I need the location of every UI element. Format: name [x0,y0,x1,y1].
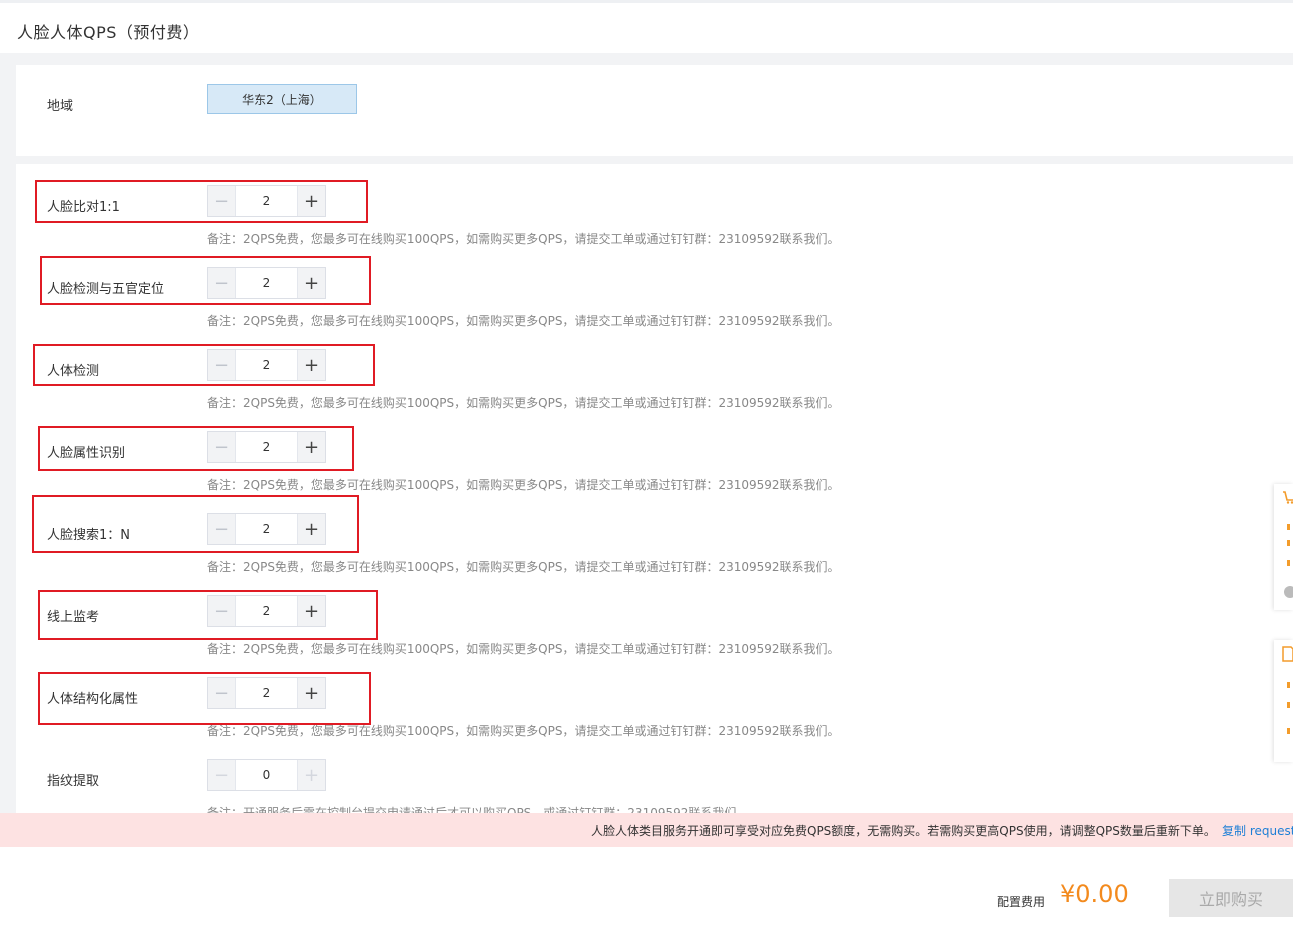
copy-requestid-link[interactable]: 复制 requestId [1222,822,1293,839]
qps-row: 人体结构化属性 − + 备注：2QPS免费，您最多可在线购买100QPS，如需购… [16,656,1293,738]
qps-note: 备注：2QPS免费，您最多可在线购买100QPS，如需购买更多QPS，请提交工单… [207,314,840,328]
decrement-button[interactable]: − [208,186,236,216]
cost-value: ¥0.00 [1060,880,1129,908]
qps-row: 人脸检测与五官定位 − + 备注：2QPS免费，您最多可在线购买100QPS，如… [16,246,1293,328]
decrement-button[interactable]: − [208,432,236,462]
increment-button[interactable]: + [297,350,325,380]
side-widget-mark [1287,728,1290,734]
qps-stepper: − + [207,759,326,791]
qps-quantity-input[interactable] [236,678,297,708]
increment-button[interactable]: + [297,514,325,544]
banner-text: 人脸人体类目服务开通即可享受对应免费QPS额度，无需购买。若需购买更高QPS使用… [591,824,1216,838]
title-bar: 人脸人体QPS（预付费） [0,3,1293,53]
qps-section: 人脸比对1:1 − + 备注：2QPS免费，您最多可在线购买100QPS，如需购… [16,164,1293,813]
qps-item-label: 人脸属性识别 [47,446,126,461]
qps-stepper: − + [207,513,326,545]
side-widget-mark [1287,682,1290,688]
qps-item-label: 指纹提取 [47,774,100,789]
qps-quantity-input[interactable] [236,186,297,216]
qps-note: 备注：2QPS免费，您最多可在线购买100QPS，如需购买更多QPS，请提交工单… [207,396,840,410]
qps-note: 备注：2QPS免费，您最多可在线购买100QPS，如需购买更多QPS，请提交工单… [207,560,840,574]
qps-row: 指纹提取 − + 备注：开通服务后需在控制台提交申请通过后才可以购买QPS，或通… [16,738,1293,813]
decrement-button[interactable]: − [208,760,236,790]
qps-item-label: 人体结构化属性 [47,692,139,707]
qps-stepper: − + [207,185,326,217]
decrement-button[interactable]: − [208,350,236,380]
page-title: 人脸人体QPS（预付费） [17,23,200,42]
decrement-button[interactable]: − [208,596,236,626]
qps-item-label: 人脸搜索1：N [47,528,130,543]
qps-note: 备注：开通服务后需在控制台提交申请通过后才可以购买QPS，或通过钉钉群：2310… [207,806,749,813]
cost-label: 配置费用 [997,895,1046,909]
qps-row: 线上监考 − + 备注：2QPS免费，您最多可在线购买100QPS，如需购买更多… [16,574,1293,656]
increment-button[interactable]: + [297,678,325,708]
qps-note: 备注：2QPS免费，您最多可在线购买100QPS，如需购买更多QPS，请提交工单… [207,478,840,492]
qps-stepper: − + [207,595,326,627]
increment-button[interactable]: + [297,432,325,462]
qps-stepper: − + [207,349,326,381]
region-option-east-china-2[interactable]: 华东2（上海） [207,84,357,114]
document-icon [1282,646,1293,662]
cart-icon [1282,490,1293,504]
qps-row: 人脸比对1:1 − + 备注：2QPS免费，您最多可在线购买100QPS，如需购… [16,164,1293,246]
decrement-button[interactable]: − [208,514,236,544]
qps-item-label: 人脸比对1:1 [47,200,120,215]
qps-item-label: 人体检测 [47,364,100,379]
qps-note: 备注：2QPS免费，您最多可在线购买100QPS，如需购买更多QPS，请提交工单… [207,232,840,246]
qps-quantity-input[interactable] [236,760,297,790]
side-cart-widget[interactable] [1274,484,1293,610]
side-doc-widget[interactable] [1274,640,1293,762]
region-label: 地域 [47,99,74,114]
decrement-button[interactable]: − [208,678,236,708]
increment-button[interactable]: + [297,186,325,216]
qps-quantity-input[interactable] [236,514,297,544]
qps-quantity-input[interactable] [236,350,297,380]
increment-button[interactable]: + [297,268,325,298]
increment-button[interactable]: + [297,596,325,626]
side-widget-mark [1287,524,1290,530]
qps-stepper: − + [207,431,326,463]
decrement-button[interactable]: − [208,268,236,298]
qps-item-label: 线上监考 [47,610,100,625]
qps-quantity-input[interactable] [236,432,297,462]
info-banner: 人脸人体类目服务开通即可享受对应免费QPS额度，无需购买。若需购买更高QPS使用… [0,813,1293,847]
qps-stepper: − + [207,677,326,709]
footer-bar: 配置费用 ¥0.00 立即购买 [0,847,1293,930]
region-section: 地域 华东2（上海） [16,65,1293,156]
qps-note: 备注：2QPS免费，您最多可在线购买100QPS，如需购买更多QPS，请提交工单… [207,642,840,656]
qps-item-label: 人脸检测与五官定位 [47,282,165,297]
qps-quantity-input[interactable] [236,268,297,298]
qps-note: 备注：2QPS免费，您最多可在线购买100QPS，如需购买更多QPS，请提交工单… [207,724,840,738]
qps-row: 人脸属性识别 − + 备注：2QPS免费，您最多可在线购买100QPS，如需购买… [16,410,1293,492]
qps-row: 人脸搜索1：N − + 备注：2QPS免费，您最多可在线购买100QPS，如需购… [16,492,1293,574]
side-widget-mark [1287,540,1290,546]
qps-stepper: − + [207,267,326,299]
qps-quantity-input[interactable] [236,596,297,626]
buy-now-button[interactable]: 立即购买 [1169,879,1293,917]
side-widget-mark [1287,560,1290,566]
side-widget-mark [1287,702,1290,708]
qps-row: 人体检测 − + 备注：2QPS免费，您最多可在线购买100QPS，如需购买更多… [16,328,1293,410]
increment-button[interactable]: + [297,760,325,790]
side-widget-dot [1284,586,1293,598]
